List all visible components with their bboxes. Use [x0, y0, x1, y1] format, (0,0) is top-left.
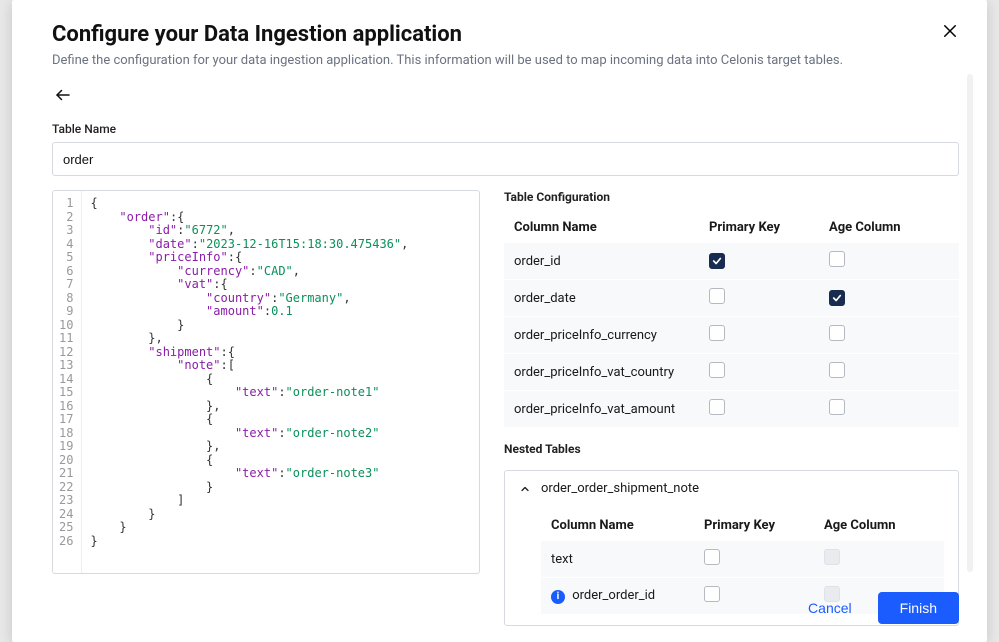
- nested-col-header-name: Column Name: [551, 518, 704, 533]
- checkbox[interactable]: [829, 251, 845, 267]
- finish-button[interactable]: Finish: [878, 592, 959, 624]
- table-name-label: Table Name: [52, 122, 959, 136]
- col-header-pk: Primary Key: [709, 220, 829, 235]
- table-row: order_priceInfo_vat_country: [504, 354, 959, 391]
- nested-table-name: order_order_shipment_note: [541, 481, 699, 496]
- checkbox[interactable]: [829, 290, 845, 306]
- scrollbar[interactable]: [967, 74, 973, 572]
- column-name: order_priceInfo_vat_amount: [514, 402, 709, 417]
- column-name: text: [551, 552, 704, 567]
- checkbox[interactable]: [709, 288, 725, 304]
- code-gutter: 1 2 3 4 5 6 7 8 9 10 11 12 13 14 15 16 1…: [53, 191, 82, 573]
- checkbox[interactable]: [709, 362, 725, 378]
- col-header-name: Column Name: [514, 220, 709, 235]
- checkbox[interactable]: [829, 325, 845, 341]
- table-row: text: [541, 541, 944, 578]
- chevron-up-icon: [519, 483, 531, 495]
- table-name-input[interactable]: [52, 142, 959, 176]
- json-sample-editor[interactable]: 1 2 3 4 5 6 7 8 9 10 11 12 13 14 15 16 1…: [52, 190, 480, 574]
- column-name: order_date: [514, 291, 709, 306]
- column-name: order_id: [514, 254, 709, 269]
- checkbox[interactable]: [709, 253, 725, 269]
- checkbox: [824, 549, 840, 565]
- checkbox[interactable]: [709, 399, 725, 415]
- back-arrow-icon[interactable]: [52, 86, 959, 108]
- table-configuration-label: Table Configuration: [504, 190, 959, 204]
- nested-col-header-age: Age Column: [824, 518, 934, 533]
- column-name: order_priceInfo_vat_country: [514, 365, 709, 380]
- column-name: order_priceInfo_currency: [514, 328, 709, 343]
- checkbox[interactable]: [829, 362, 845, 378]
- table-row: order_priceInfo_vat_amount: [504, 391, 959, 428]
- checkbox[interactable]: [829, 399, 845, 415]
- col-header-age: Age Column: [829, 220, 949, 235]
- code-area[interactable]: { "order":{ "id":"6772", "date":"2023-12…: [82, 191, 416, 573]
- table-row: order_priceInfo_currency: [504, 317, 959, 354]
- dialog-title: Configure your Data Ingestion applicatio…: [52, 22, 959, 47]
- nested-col-header-pk: Primary Key: [704, 518, 824, 533]
- nested-tables-label: Nested Tables: [504, 442, 959, 456]
- table-row: order_id: [504, 243, 959, 280]
- close-icon[interactable]: [941, 22, 959, 44]
- checkbox[interactable]: [704, 549, 720, 565]
- nested-header: Column Name Primary Key Age Column: [541, 510, 944, 541]
- table-row: order_date: [504, 280, 959, 317]
- cancel-button[interactable]: Cancel: [798, 592, 862, 624]
- table-config-header: Column Name Primary Key Age Column: [504, 212, 959, 243]
- checkbox[interactable]: [709, 325, 725, 341]
- dialog-subtitle: Define the configuration for your data i…: [52, 53, 959, 68]
- nested-table-toggle[interactable]: order_order_shipment_note: [505, 471, 958, 506]
- dialog-configure-data-ingestion: Configure your Data Ingestion applicatio…: [12, 0, 987, 642]
